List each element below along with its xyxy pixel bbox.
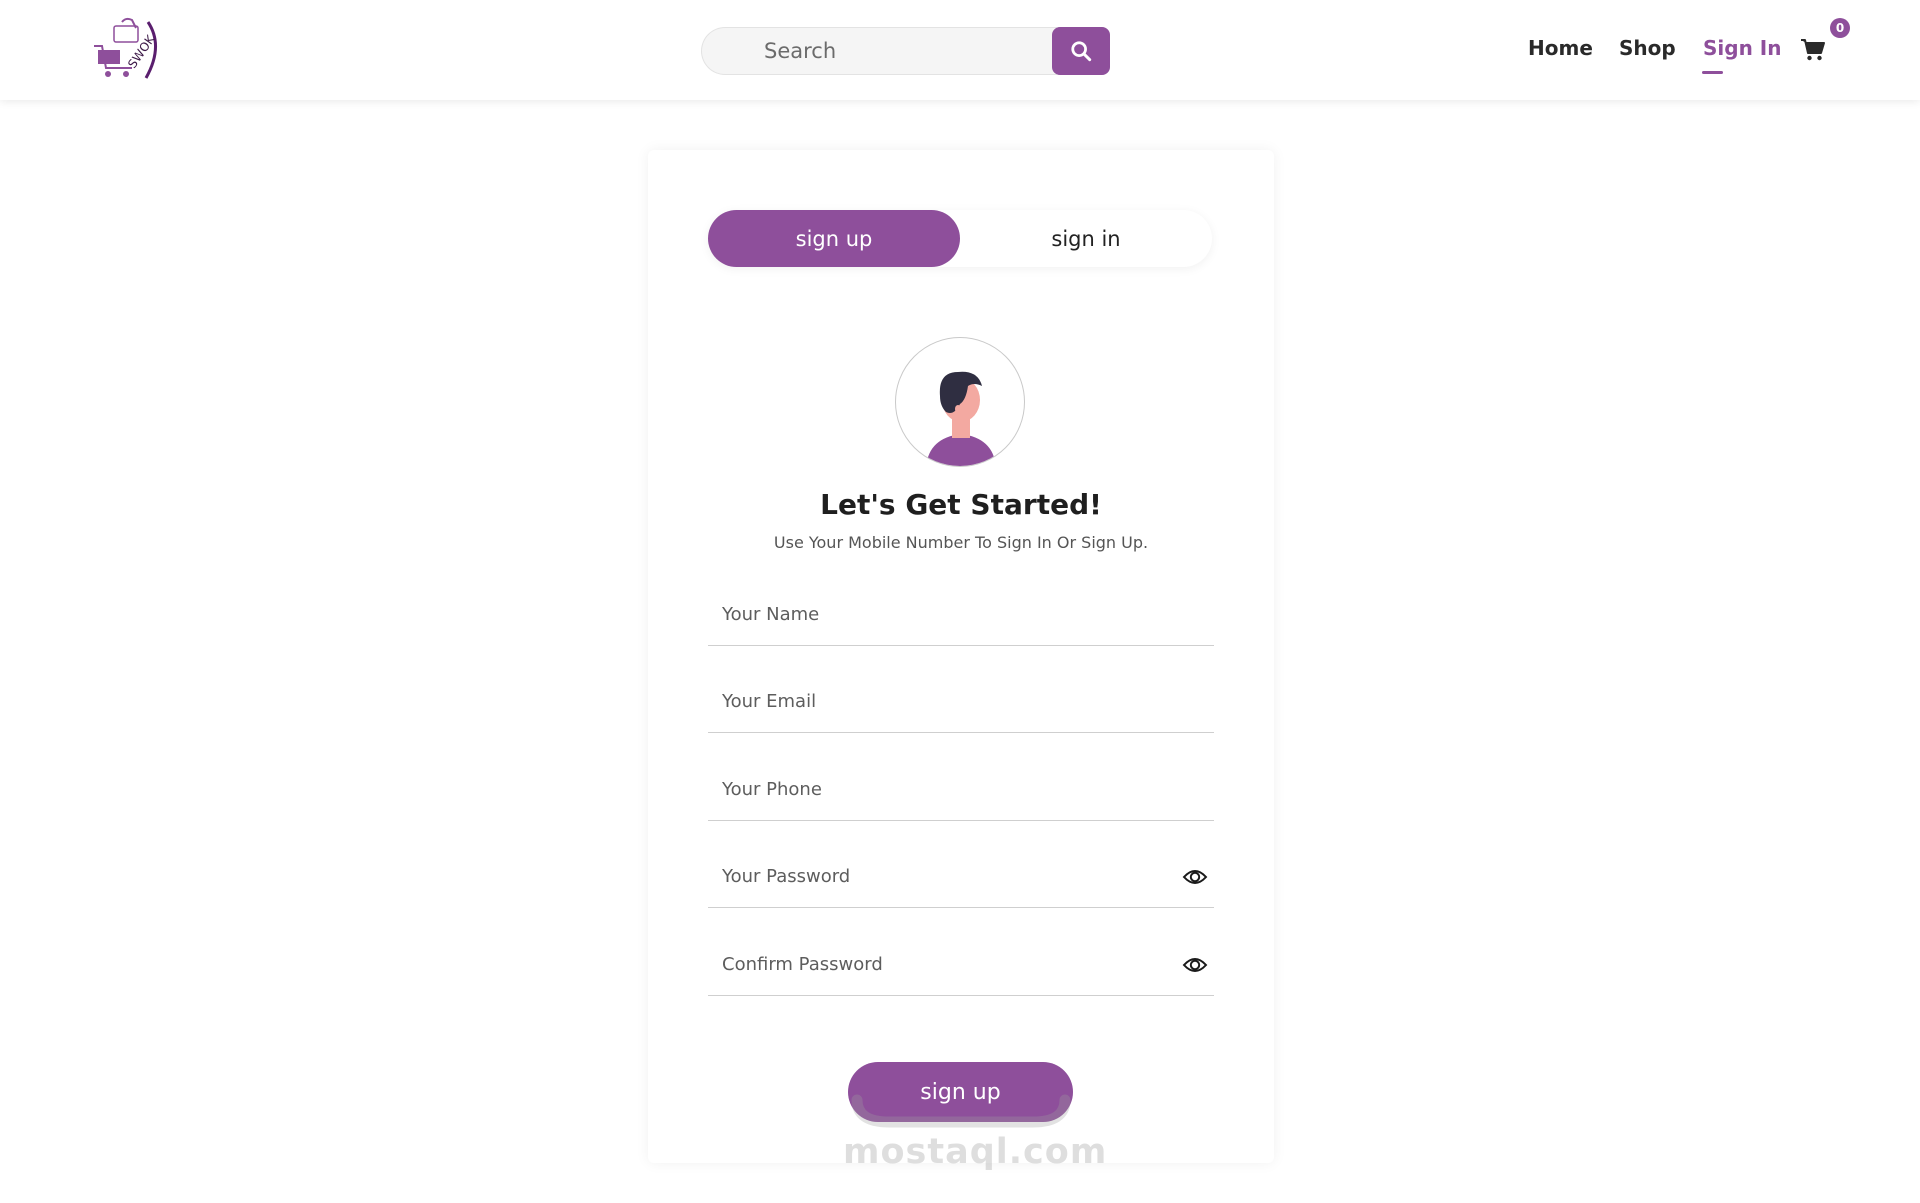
- cart-button[interactable]: [1800, 38, 1826, 62]
- nav-link-shop[interactable]: Shop: [1619, 36, 1676, 60]
- brand-logo[interactable]: SWOK: [92, 16, 162, 82]
- confirm-password-input[interactable]: [708, 934, 1214, 994]
- email-input[interactable]: [708, 671, 1214, 731]
- search-button[interactable]: [1052, 27, 1110, 75]
- eye-icon[interactable]: [1182, 866, 1208, 888]
- auth-mode-toggle: sign up sign in: [708, 210, 1212, 267]
- active-nav-indicator: [1702, 71, 1723, 74]
- phone-field: [708, 759, 1214, 821]
- avatar: [895, 337, 1025, 467]
- name-field: [708, 584, 1214, 646]
- email-field: [708, 671, 1214, 733]
- cart-icon: [1801, 39, 1825, 61]
- auth-card: sign up sign in Let's Get Started! Use Y…: [648, 150, 1274, 1163]
- cart-count-badge: 0: [1830, 18, 1850, 38]
- user-avatar-illustration: [926, 371, 996, 466]
- page-subtitle: Use Your Mobile Number To Sign In Or Sig…: [773, 533, 1149, 552]
- search-input[interactable]: [701, 27, 1057, 75]
- search-icon: [1071, 41, 1092, 62]
- confirm-password-field: [708, 934, 1214, 996]
- search-bar: [701, 27, 1110, 75]
- sign-up-submit-button[interactable]: sign up: [848, 1062, 1073, 1122]
- phone-input[interactable]: [708, 759, 1214, 819]
- password-input[interactable]: [708, 846, 1214, 906]
- password-field: [708, 846, 1214, 908]
- eye-icon[interactable]: [1182, 954, 1208, 976]
- name-input[interactable]: [708, 584, 1214, 644]
- nav-link-signin[interactable]: Sign In: [1703, 36, 1781, 60]
- tab-sign-in[interactable]: sign in: [960, 210, 1212, 267]
- top-navbar: SWOK Home Shop Sign In 0: [0, 0, 1920, 100]
- page-title: Let's Get Started!: [820, 488, 1102, 521]
- tab-sign-up[interactable]: sign up: [708, 210, 960, 267]
- nav-link-home[interactable]: Home: [1528, 36, 1593, 60]
